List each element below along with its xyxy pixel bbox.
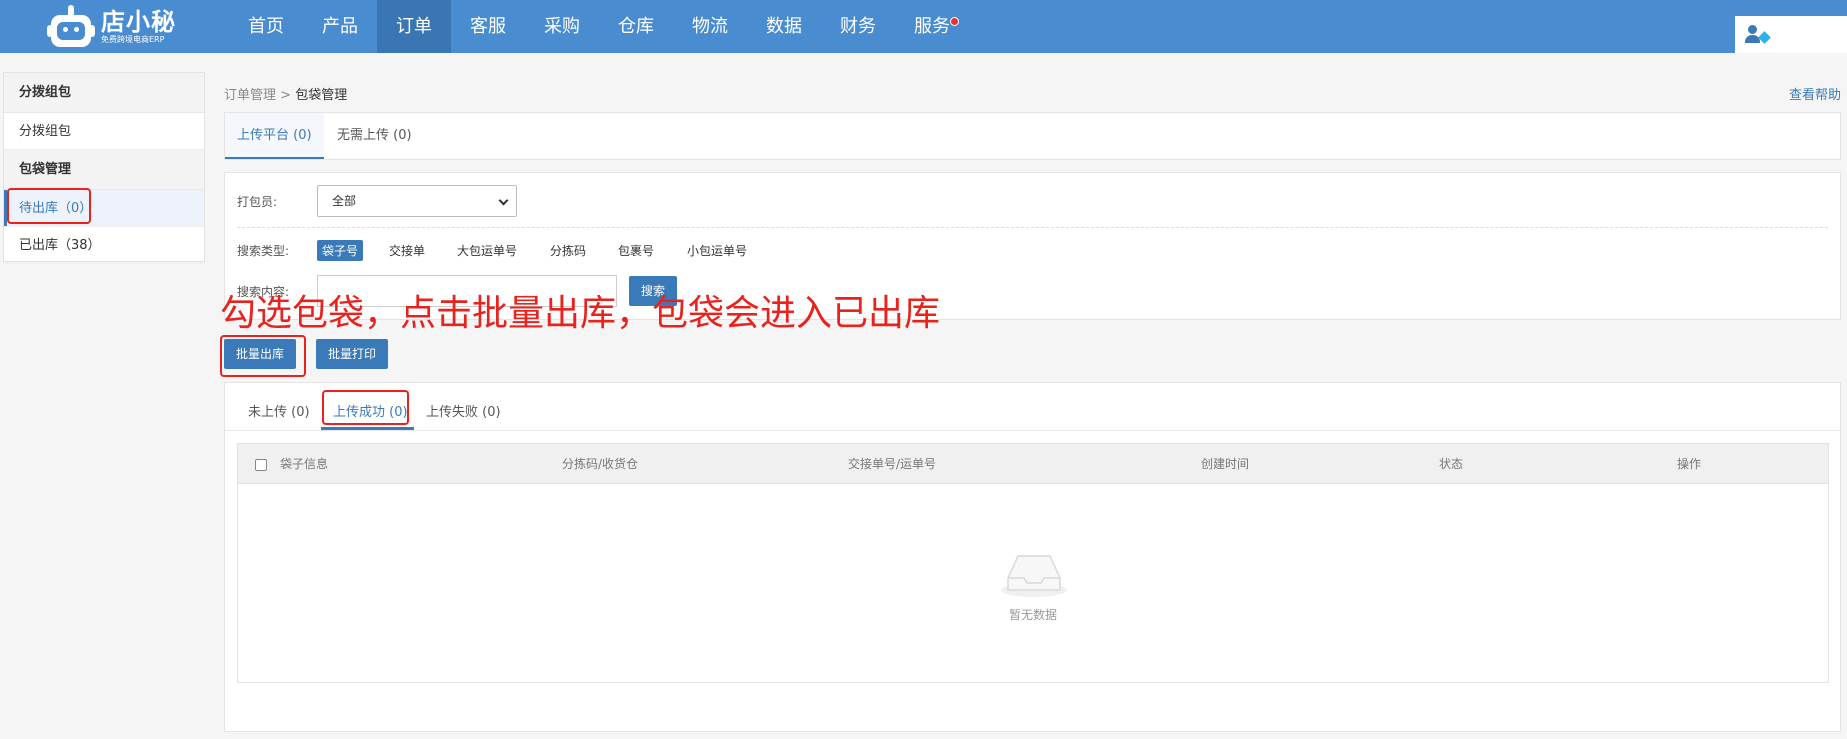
column-actions: 操作 <box>1677 457 1702 471</box>
search-type-label: 搜索类型: <box>237 244 290 258</box>
bag-list-panel: 未上传 (0) 上传成功 (0) 上传失败 (0) 袋子信息 分拣码/收货仓 交… <box>224 382 1841 732</box>
tab-no-upload[interactable]: 无需上传 (0) <box>325 113 424 159</box>
sidebar: 分拨组包 分拨组包 包袋管理 待出库（0） 已出库（38） <box>3 72 205 264</box>
sidebar-item-sorting-package[interactable]: 分拨组包 <box>4 113 204 150</box>
breadcrumb: 订单管理 > 包袋管理 <box>224 84 347 103</box>
select-all-checkbox[interactable] <box>255 459 267 471</box>
nav-item-finance[interactable]: 财务 <box>821 0 895 53</box>
nav-item-home[interactable]: 首页 <box>229 0 303 53</box>
main-nav: 首页 产品 订单 客服 采购 仓库 物流 数据 财务 服务 <box>229 0 969 53</box>
search-type-small-package-waybill[interactable]: 小包运单号 <box>682 240 752 261</box>
tab-upload-failed[interactable]: 上传失败 (0) <box>417 397 510 424</box>
divider <box>237 227 1828 228</box>
sidebar-item-shipped-outbound[interactable]: 已出库（38） <box>4 227 204 264</box>
empty-inbox-icon <box>1001 555 1067 597</box>
instruction-annotation: 勾选包袋，点击批量出库，包袋会进入已出库 <box>220 293 941 334</box>
bag-table: 袋子信息 分拣码/收货仓 交接单号/运单号 创建时间 状态 操作 暂无数据 <box>237 443 1829 683</box>
nav-item-services[interactable]: 服务 <box>895 0 969 53</box>
user-menu[interactable] <box>1735 16 1847 53</box>
nav-item-products[interactable]: 产品 <box>303 0 377 53</box>
empty-state-text: 暂无数据 <box>1008 608 1057 622</box>
highlight-box-upload-success <box>322 390 409 425</box>
sidebar-group-bag-management: 包袋管理 <box>4 150 204 190</box>
search-type-sorting-code[interactable]: 分拣码 <box>545 240 591 261</box>
sidebar-group-sorting: 分拨组包 <box>4 73 204 113</box>
breadcrumb-parent[interactable]: 订单管理 <box>224 88 276 103</box>
chevron-down-icon <box>498 195 509 206</box>
brand-text: 店小秘 免费跨境电商ERP <box>101 9 176 45</box>
nav-item-purchasing[interactable]: 采购 <box>525 0 599 53</box>
robot-logo-icon <box>47 4 95 49</box>
breadcrumb-separator: > <box>280 88 296 103</box>
search-type-parcel-no[interactable]: 包裹号 <box>613 240 659 261</box>
nav-item-warehouse[interactable]: 仓库 <box>599 0 673 53</box>
column-status: 状态 <box>1439 457 1464 471</box>
tab-upload-platform[interactable]: 上传平台 (0) <box>225 113 324 159</box>
search-type-big-package-waybill[interactable]: 大包运单号 <box>452 240 522 261</box>
platform-tabs: 上传平台 (0) 无需上传 (0) <box>224 112 1841 160</box>
packer-select[interactable]: 全部 <box>317 185 517 217</box>
column-sorting-code: 分拣码/收货仓 <box>562 457 639 471</box>
nav-item-orders[interactable]: 订单 <box>377 0 451 53</box>
packer-label: 打包员: <box>237 195 278 209</box>
divider <box>225 430 1840 431</box>
table-header: 袋子信息 分拣码/收货仓 交接单号/运单号 创建时间 状态 操作 <box>238 444 1828 484</box>
column-handover-waybill: 交接单号/运单号 <box>848 457 937 471</box>
column-created-time: 创建时间 <box>1201 457 1250 471</box>
tab-not-uploaded[interactable]: 未上传 (0) <box>239 397 319 424</box>
nav-item-data[interactable]: 数据 <box>747 0 821 53</box>
brand-name: 店小秘 <box>101 7 176 36</box>
highlight-box-batch-outbound <box>220 335 306 377</box>
breadcrumb-current: 包袋管理 <box>295 88 348 103</box>
highlight-box-pending <box>7 188 91 224</box>
nav-item-customer-service[interactable]: 客服 <box>451 0 525 53</box>
notification-dot <box>950 17 959 26</box>
help-link[interactable]: 查看帮助 <box>1789 84 1841 103</box>
column-bag-info: 袋子信息 <box>280 457 329 471</box>
search-type-handover[interactable]: 交接单 <box>384 240 430 261</box>
search-type-bag-no[interactable]: 袋子号 <box>317 240 364 261</box>
nav-item-services-label: 服务 <box>914 16 950 37</box>
top-nav-bar: 店小秘 免费跨境电商ERP 首页 产品 订单 客服 采购 仓库 物流 数据 财务… <box>0 0 1847 53</box>
brand-tagline: 免费跨境电商ERP <box>101 34 165 44</box>
batch-print-button[interactable]: 批量打印 <box>316 339 389 369</box>
user-switch-icon <box>1745 25 1771 45</box>
nav-item-logistics[interactable]: 物流 <box>673 0 747 53</box>
packer-select-value: 全部 <box>332 194 357 208</box>
brand-logo[interactable]: 店小秘 免费跨境电商ERP <box>47 0 176 53</box>
